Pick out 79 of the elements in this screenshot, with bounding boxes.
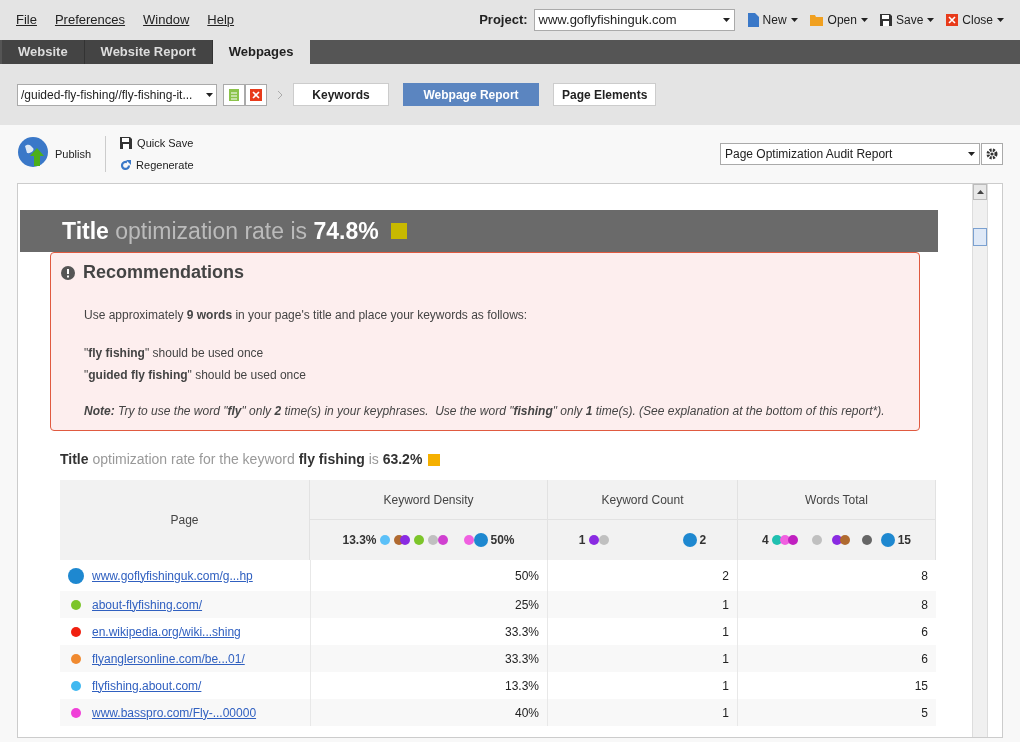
column-header: Keyword Count [548, 480, 738, 520]
tab[interactable]: Webpages [212, 40, 310, 64]
table-cell-text: 33.3% [504, 623, 539, 641]
table-cell-text: 25% [514, 596, 539, 614]
table-cell-text: 13.3% [504, 677, 539, 695]
scale-min: 13.3% [342, 532, 377, 549]
exclamation-icon [61, 265, 75, 280]
column-header: Keyword Density [310, 480, 548, 520]
table-cell-text: 1 [722, 596, 729, 614]
toolbar-button[interactable]: Open [809, 11, 868, 29]
table-cell-text: 8 [921, 596, 928, 614]
scale-min: 4 [761, 532, 769, 549]
table-cell-text: 8 [921, 567, 928, 585]
toolbar-button[interactable]: Save [879, 11, 935, 29]
view-button[interactable]: Page Elements [553, 83, 657, 106]
regenerate-button[interactable]: Regenerate [120, 157, 194, 174]
page-link[interactable]: flyfishing.about.com/ [92, 676, 202, 695]
recommendations-heading: Recommendations [83, 261, 245, 284]
document-icon [746, 13, 759, 27]
chevron-icon [277, 89, 283, 100]
scrollbar[interactable] [972, 184, 988, 737]
project-label: Project: [479, 11, 528, 30]
report-dropdown[interactable]: Page Optimization Audit Report [720, 143, 980, 165]
menu-item[interactable]: File [16, 10, 37, 30]
banner-heading: Title optimization rate is 74.8% [62, 216, 379, 246]
column-header: Words Total [738, 480, 936, 520]
caret-icon [968, 152, 975, 156]
recommendation-text: Use approximately 9 words in your page's title and place your keywords as follows: [83, 307, 529, 324]
caret-icon [997, 18, 1004, 22]
column-header: Page [60, 480, 310, 560]
recommendation-text: "fly fishing" should be used once [84, 345, 265, 362]
table-cell-text: 33.3% [504, 650, 539, 668]
scale-max: 50% [490, 532, 515, 549]
table-cell-text: 2 [722, 567, 729, 585]
menu-item[interactable]: Preferences [54, 10, 126, 30]
table-cell-text: 6 [921, 623, 928, 641]
table-cell-text: 5 [921, 704, 928, 722]
page-dropdown[interactable]: /guided-fly-fishing//fly-fishing-it... [17, 83, 217, 106]
caret-icon [722, 18, 730, 22]
table-cell-text: 50% [514, 567, 539, 585]
remove-icon[interactable] [245, 83, 267, 106]
document-icon[interactable] [223, 83, 245, 106]
quick-save-button[interactable]: Quick Save [120, 134, 194, 151]
tab[interactable]: Website [2, 40, 85, 64]
refresh-icon [120, 159, 132, 171]
caret-icon [790, 18, 798, 22]
scroll-up-icon[interactable] [976, 190, 984, 194]
toolbar-button[interactable]: New [746, 11, 798, 29]
table-cell-text: 40% [514, 704, 539, 722]
menu-item[interactable]: Help [207, 10, 235, 30]
table-cell-text: 1 [722, 650, 729, 668]
table-cell-text: 1 [722, 623, 729, 641]
recommendation-text: "guided fly fishing" should be used once [84, 367, 307, 384]
view-button[interactable]: Webpage Report [403, 83, 539, 106]
scale-max: 2 [699, 532, 707, 549]
scale-max: 15 [897, 532, 911, 549]
table-cell-text: 6 [921, 650, 928, 668]
caret-icon [927, 18, 935, 22]
close-icon [250, 88, 262, 101]
table-cell-text: 1 [722, 677, 729, 695]
keyword-rate-heading: Title optimization rate for the keyword fly fishing is 63.2% [60, 450, 423, 469]
folder-icon [809, 14, 824, 26]
view-button[interactable]: Keywords [293, 83, 389, 106]
project-dropdown[interactable]: www.goflyfishinguk.com [533, 9, 735, 31]
close-icon [946, 14, 959, 26]
note-text: Note: Try to use the word "fly" only 2 time(s) in your keyphrases. Use the word "fishing" only 1 time(s). (See explanation at the bottom of this report*). [83, 403, 886, 420]
table-cell-text: 15 [914, 677, 928, 695]
scale-min: 1 [578, 532, 586, 549]
toolbar-button[interactable]: Close [946, 11, 1004, 29]
scroll-thumb[interactable] [973, 228, 987, 246]
page-link[interactable]: www.goflyfishinguk.com/g...hp [92, 566, 253, 585]
settings-icon[interactable] [981, 143, 1003, 165]
caret-icon [860, 18, 868, 22]
table-cell-text: 1 [722, 704, 729, 722]
publish-button[interactable]: Publish [17, 136, 107, 172]
tab[interactable]: Website Report [84, 40, 213, 64]
caret-icon [206, 92, 213, 97]
menu-item[interactable]: Window [143, 10, 190, 30]
page-link[interactable]: en.wikipedia.org/wiki...shing [92, 622, 241, 641]
